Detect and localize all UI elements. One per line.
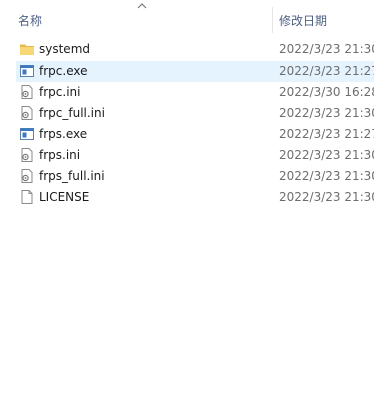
sort-ascending-icon <box>137 3 147 9</box>
file-row-frpc-ini[interactable]: frpc.ini 2022/3/30 16:28 <box>16 82 374 103</box>
column-header: 名称 修改日期 <box>0 0 374 38</box>
file-row-license[interactable]: LICENSE 2022/3/23 21:30 <box>16 187 374 208</box>
file-row-frps-full-ini[interactable]: frps_full.ini 2022/3/23 21:30 <box>16 166 374 187</box>
folder-icon <box>20 44 34 55</box>
file-row-frps-ini[interactable]: frps.ini 2022/3/23 21:30 <box>16 145 374 166</box>
file-date: 2022/3/23 21:27 <box>279 127 374 141</box>
file-name: frps_full.ini <box>39 169 105 183</box>
file-name: LICENSE <box>39 190 90 204</box>
ini-file-icon <box>21 106 33 120</box>
file-name: frpc.ini <box>39 85 81 99</box>
file-row-frpc-full-ini[interactable]: frpc_full.ini 2022/3/23 21:30 <box>16 103 374 124</box>
exe-icon <box>20 128 34 140</box>
column-header-name[interactable]: 名称 <box>18 12 42 29</box>
file-date: 2022/3/23 21:30 <box>279 42 374 56</box>
file-name: systemd <box>39 42 90 56</box>
file-row-systemd[interactable]: systemd 2022/3/23 21:30 <box>16 39 374 60</box>
file-date: 2022/3/23 21:30 <box>279 190 374 204</box>
file-icon <box>21 190 33 204</box>
file-name: frps.ini <box>39 148 81 162</box>
file-row-frpc-exe[interactable]: frpc.exe 2022/3/23 21:27 <box>16 61 374 82</box>
file-name: frpc.exe <box>39 64 88 78</box>
file-date: 2022/3/23 21:27 <box>279 64 374 78</box>
file-row-frps-exe[interactable]: frps.exe 2022/3/23 21:27 <box>16 124 374 145</box>
ini-file-icon <box>21 85 33 99</box>
file-date: 2022/3/23 21:30 <box>279 169 374 183</box>
file-name: frps.exe <box>39 127 88 141</box>
file-date: 2022/3/30 16:28 <box>279 85 374 99</box>
file-name: frpc_full.ini <box>39 106 105 120</box>
column-divider[interactable] <box>272 7 273 33</box>
column-header-date-modified[interactable]: 修改日期 <box>279 12 327 29</box>
exe-icon <box>20 65 34 77</box>
ini-file-icon <box>21 148 33 162</box>
file-date: 2022/3/23 21:30 <box>279 148 374 162</box>
file-date: 2022/3/23 21:30 <box>279 106 374 120</box>
ini-file-icon <box>21 169 33 183</box>
